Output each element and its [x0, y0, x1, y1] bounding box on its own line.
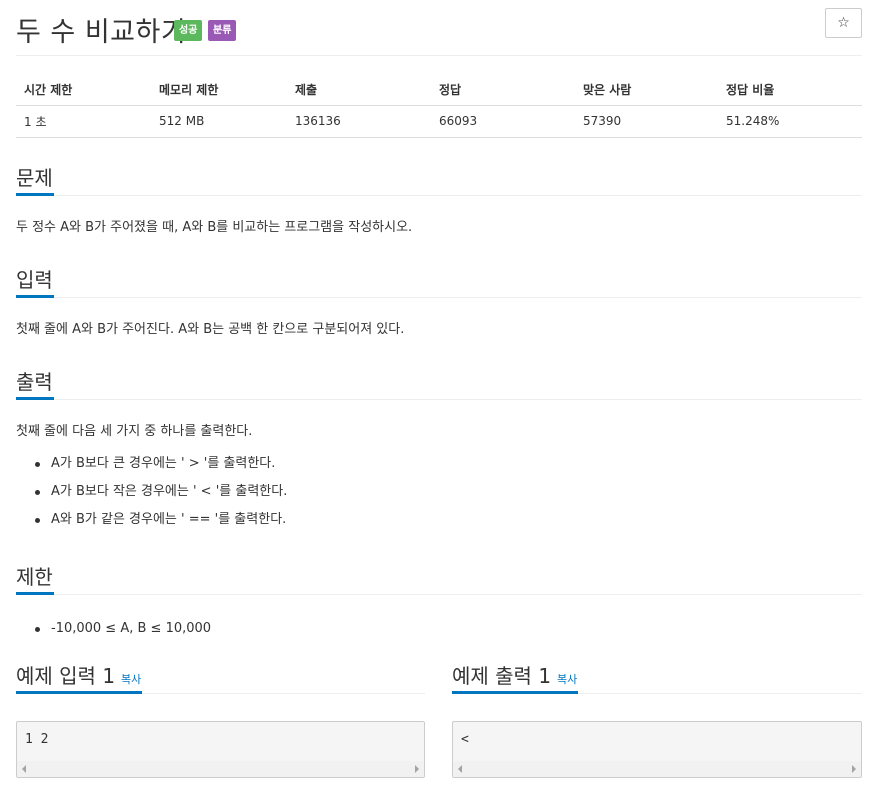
- info-header-row: 시간 제한 메모리 제한 제출 정답 맞은 사람 정답 비율: [16, 74, 862, 106]
- scroll-right-icon[interactable]: [852, 765, 856, 773]
- value-memory-limit: 512 MB: [151, 105, 287, 138]
- category-badge[interactable]: 분류: [208, 20, 237, 41]
- sample-output-title: 예제 출력 1 복사: [452, 664, 579, 694]
- star-button[interactable]: ☆: [825, 8, 862, 38]
- value-submissions[interactable]: 136136: [287, 105, 431, 138]
- output-heading: 출력: [16, 370, 862, 400]
- sample-input-section: 예제 입력 1 복사 1 2: [16, 664, 425, 778]
- value-time-limit: 1 초: [16, 105, 151, 138]
- sample-input-scrollbar[interactable]: [17, 761, 424, 777]
- scroll-right-icon[interactable]: [415, 765, 419, 773]
- limit-section: 제한 -10,000 ≤ A, B ≤ 10,000: [16, 565, 862, 647]
- copy-output-button[interactable]: 복사: [557, 673, 577, 686]
- info-value-row: 1 초 512 MB 136136 66093 57390 51.248%: [16, 105, 862, 138]
- output-title: 출력: [16, 370, 54, 400]
- value-accept-rate: 51.248%: [718, 105, 862, 138]
- header-memory-limit: 메모리 제한: [151, 74, 287, 106]
- input-text: 첫째 줄에 A와 B가 주어진다. A와 B는 공백 한 칸으로 구분되어져 있…: [16, 322, 405, 337]
- sample-input-title-text: 예제 입력 1: [16, 664, 116, 688]
- header-time-limit: 시간 제한: [16, 74, 151, 106]
- output-list: A가 B보다 큰 경우에는 ' > '를 출력한다. A가 B보다 작은 경우에…: [16, 454, 862, 530]
- description-section: 문제 두 정수 A와 B가 주어졌을 때, A와 B를 비교하는 프로그램을 작…: [16, 166, 862, 238]
- star-icon: ☆: [837, 15, 850, 31]
- sample-output-section: 예제 출력 1 복사 <: [452, 664, 862, 778]
- sample-input-box[interactable]: 1 2: [16, 721, 425, 778]
- list-item: A가 B보다 작은 경우에는 ' < '를 출력한다.: [16, 482, 862, 502]
- output-section: 출력 첫째 줄에 다음 세 가지 중 하나를 출력한다. A가 B보다 큰 경우…: [16, 370, 862, 538]
- header-accept-rate: 정답 비율: [718, 74, 862, 106]
- problem-header: 두 수 비교하기 성공 분류 ☆: [16, 8, 862, 56]
- list-item: A와 B가 같은 경우에는 ' == '를 출력한다.: [16, 510, 862, 530]
- header-accepted: 정답: [431, 74, 575, 106]
- input-section: 입력 첫째 줄에 A와 B가 주어진다. A와 B는 공백 한 칸으로 구분되어…: [16, 268, 862, 340]
- input-title: 입력: [16, 268, 54, 298]
- sample-input-title: 예제 입력 1 복사: [16, 664, 143, 694]
- success-badge[interactable]: 성공: [174, 20, 203, 41]
- copy-input-button[interactable]: 복사: [121, 673, 141, 686]
- problem-title: 두 수 비교하기: [16, 17, 187, 48]
- list-item: A가 B보다 큰 경우에는 ' > '를 출력한다.: [16, 454, 862, 474]
- limit-title: 제한: [16, 565, 54, 595]
- list-item: -10,000 ≤ A, B ≤ 10,000: [16, 619, 862, 639]
- sample-input-heading: 예제 입력 1 복사: [16, 664, 425, 694]
- sample-output-code: <: [461, 732, 469, 747]
- sample-output-box[interactable]: <: [452, 721, 862, 778]
- header-submissions: 제출: [287, 74, 431, 106]
- description-title: 문제: [16, 166, 54, 196]
- value-accepted[interactable]: 66093: [431, 105, 575, 138]
- sample-output-heading: 예제 출력 1 복사: [452, 664, 862, 694]
- limit-heading: 제한: [16, 565, 862, 595]
- sample-output-scrollbar[interactable]: [453, 761, 861, 777]
- output-text: 첫째 줄에 다음 세 가지 중 하나를 출력한다.: [16, 424, 253, 439]
- input-heading: 입력: [16, 268, 862, 298]
- sample-output-title-text: 예제 출력 1: [452, 664, 552, 688]
- limit-list: -10,000 ≤ A, B ≤ 10,000: [16, 619, 862, 639]
- value-solvers[interactable]: 57390: [575, 105, 718, 138]
- description-text: 두 정수 A와 B가 주어졌을 때, A와 B를 비교하는 프로그램을 작성하시…: [16, 220, 413, 235]
- scroll-left-icon[interactable]: [22, 765, 26, 773]
- header-solvers: 맞은 사람: [575, 74, 718, 106]
- scroll-left-icon[interactable]: [458, 765, 462, 773]
- problem-info-table: 시간 제한 메모리 제한 제출 정답 맞은 사람 정답 비율 1 초 512 M…: [16, 74, 862, 138]
- description-heading: 문제: [16, 166, 862, 196]
- sample-input-code: 1 2: [25, 732, 49, 747]
